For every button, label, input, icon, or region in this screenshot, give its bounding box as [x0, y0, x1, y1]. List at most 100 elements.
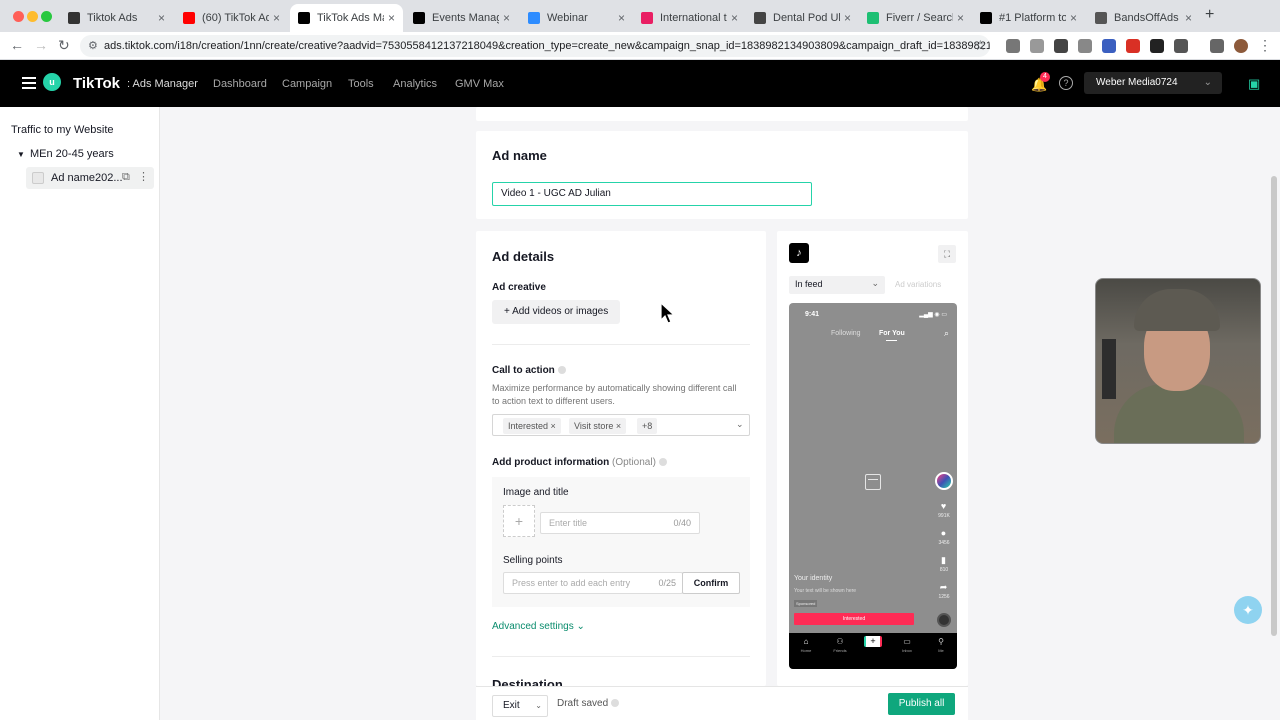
webcam-overlay	[1095, 278, 1261, 444]
nav-gmv-max[interactable]: GMV Max	[455, 78, 504, 90]
profile-avatar[interactable]	[1234, 39, 1248, 53]
selling-points-label: Selling points	[503, 555, 563, 566]
hamburger-menu-icon[interactable]	[22, 77, 36, 92]
ad-details-card: Ad details Ad creative + Add videos or i…	[476, 231, 766, 689]
status-icons: ▂▄▆ ◉ ▭	[919, 312, 947, 318]
ad-thumbnail	[32, 172, 44, 184]
page-icon	[641, 12, 653, 24]
close-tab-icon[interactable]: ×	[731, 11, 738, 25]
sidebar-campaign-item[interactable]: Traffic to my Website	[11, 124, 114, 136]
nav-tools[interactable]: Tools	[348, 78, 374, 90]
maximize-window-button[interactable]	[41, 11, 52, 22]
publish-all-button[interactable]: Publish all	[888, 693, 955, 715]
app-logo-icon[interactable]: u	[43, 73, 61, 91]
reload-icon[interactable]: ↻	[58, 37, 70, 54]
extension-icon[interactable]	[1078, 39, 1092, 53]
exit-button[interactable]: Exit ⌄	[492, 695, 548, 717]
site-info-icon[interactable]: ⚙	[88, 35, 98, 57]
browser-tab[interactable]: (60) TikTok Ads Tu×	[175, 4, 288, 32]
extensions-puzzle-icon[interactable]	[1174, 39, 1188, 53]
browser-tab[interactable]: Dental Pod Ultras×	[746, 4, 859, 32]
title-input[interactable]: Enter title 0/40	[540, 512, 700, 534]
draft-status: Draft saved	[557, 698, 620, 709]
nav-analytics[interactable]: Analytics	[393, 78, 437, 90]
forward-icon[interactable]: →	[34, 37, 48, 53]
minimize-window-button[interactable]	[27, 11, 38, 22]
url-field[interactable]: ⚙ ads.tiktok.com/i18n/creation/1nn/create…	[80, 35, 990, 57]
browser-tab[interactable]: International thu×	[633, 4, 746, 32]
browser-tab[interactable]: Fiverr / Search Re×	[859, 4, 972, 32]
info-icon[interactable]	[658, 458, 667, 467]
extension-icon[interactable]	[1102, 39, 1116, 53]
cta-chip-visit-store[interactable]: Visit store ×	[569, 418, 627, 434]
zoom-icon	[528, 12, 540, 24]
browser-tab[interactable]: BandsOffAds | E×	[1087, 4, 1200, 32]
account-switcher[interactable]: Weber Media0724 ⌄	[1084, 72, 1222, 94]
fullscreen-icon[interactable]: ⛶	[938, 245, 956, 263]
new-tab-button[interactable]: +	[1205, 6, 1214, 24]
menu-icon[interactable]: ⋮	[1258, 37, 1272, 54]
close-tab-icon[interactable]: ×	[388, 11, 395, 25]
copy-icon[interactable]: ⧉	[122, 171, 130, 184]
comment-icon: ●	[940, 528, 947, 538]
close-tab-icon[interactable]: ×	[1070, 11, 1077, 25]
info-icon[interactable]	[557, 366, 566, 375]
advanced-settings-toggle[interactable]: Advanced settings ⌄	[492, 621, 585, 632]
sidebar-adgroup-item[interactable]: MEn 20-45 years	[30, 148, 114, 160]
help-icon[interactable]: ?	[1059, 76, 1073, 90]
sidebar-ad-item[interactable]: Ad name202... ⧉ ⋮	[26, 167, 154, 189]
brand-logo[interactable]: TikTok	[73, 75, 120, 92]
nav-dashboard[interactable]: Dashboard	[213, 78, 267, 90]
tiktok-icon: ♪	[789, 243, 809, 263]
extension-icon[interactable]	[1126, 39, 1140, 53]
heart-icon: ♥	[940, 501, 947, 511]
ad-preview-card: ♪ ⛶ In feed ⌄ Ad variations 9:41 ▂▄▆ ◉ ▭…	[777, 231, 968, 686]
ad-creative-label: Ad creative	[492, 282, 546, 293]
divider	[492, 656, 750, 657]
extension-icon[interactable]	[1030, 39, 1044, 53]
browser-tab[interactable]: #1 Platform to Cr×	[972, 4, 1085, 32]
upload-image-button[interactable]: +	[503, 505, 535, 537]
placement-select[interactable]: In feed ⌄	[789, 276, 885, 294]
scrollbar[interactable]	[1271, 176, 1277, 636]
close-tab-icon[interactable]: ×	[618, 11, 625, 25]
close-tab-icon[interactable]: ×	[158, 11, 165, 25]
close-tab-icon[interactable]: ×	[273, 11, 280, 25]
ad-name-input[interactable]: Video 1 - UGC AD Julian	[492, 182, 812, 206]
nav-campaign[interactable]: Campaign	[282, 78, 332, 90]
more-options-icon[interactable]: ⋮	[138, 170, 149, 183]
selling-points-input[interactable]: Press enter to add each entry 0/25	[503, 572, 683, 594]
close-tab-icon[interactable]: ×	[503, 11, 510, 25]
close-tab-icon[interactable]: ×	[957, 11, 964, 25]
cta-label: Call to action	[492, 365, 566, 376]
extension-icon[interactable]	[1150, 39, 1164, 53]
add-videos-button[interactable]: + Add videos or images	[492, 300, 621, 324]
ad-variations-button[interactable]: Ad variations	[895, 280, 941, 289]
confirm-button[interactable]: Confirm	[682, 572, 740, 594]
back-icon[interactable]: ←	[10, 37, 24, 53]
browser-tab[interactable]: Tiktok Ads ×	[60, 4, 173, 32]
cta-chip-more[interactable]: +8	[637, 418, 658, 434]
cta-chip-interested[interactable]: Interested ×	[503, 418, 561, 434]
browser-tab[interactable]: Webinar ×	[520, 4, 633, 32]
caret-down-icon[interactable]: ▼	[17, 150, 25, 159]
business-center-icon[interactable]: ▣	[1248, 76, 1260, 92]
sidebar-icon[interactable]	[1210, 39, 1224, 53]
create-icon: +	[864, 636, 882, 647]
browser-tab-active[interactable]: TikTok Ads Mana×	[290, 4, 403, 32]
extension-icon[interactable]	[1054, 39, 1068, 53]
tiktok-icon	[413, 12, 425, 24]
info-icon[interactable]	[611, 699, 620, 708]
assistant-icon[interactable]: ✦	[1234, 596, 1262, 624]
tiktok-icon	[298, 12, 310, 24]
browser-tab[interactable]: Events Manager×	[405, 4, 518, 32]
chevron-down-icon: ⌄	[871, 278, 879, 288]
footer-bar: Exit ⌄ Draft saved Publish all	[476, 686, 968, 720]
cta-select[interactable]: Interested × Visit store × +8 ⌄	[492, 414, 750, 436]
close-tab-icon[interactable]: ×	[1185, 11, 1192, 25]
bookmark-star-icon[interactable]: ☆	[974, 37, 987, 54]
close-window-button[interactable]	[13, 11, 24, 22]
extension-icon[interactable]	[1006, 39, 1020, 53]
music-disc-icon	[937, 613, 951, 627]
close-tab-icon[interactable]: ×	[844, 11, 851, 25]
